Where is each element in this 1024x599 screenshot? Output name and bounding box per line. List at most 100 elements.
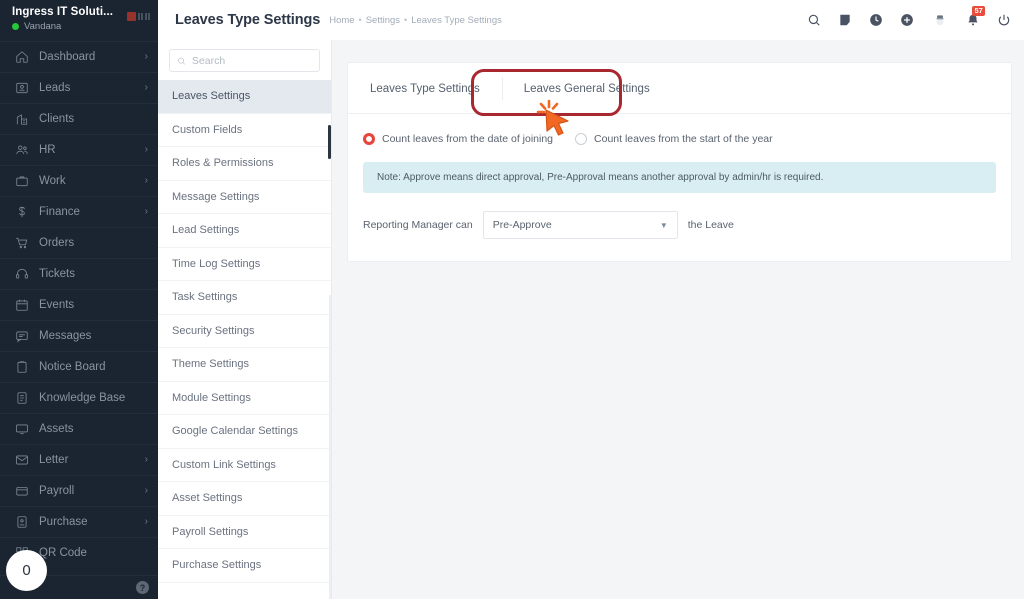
chevron-right-icon: › (144, 82, 148, 93)
search-icon[interactable] (806, 13, 821, 28)
sidebar-item-dashboard[interactable]: Dashboard › (0, 41, 158, 72)
sidebar-label: Tickets (39, 268, 75, 280)
settings-item-asset-settings[interactable]: Asset Settings (158, 482, 331, 516)
settings-search-wrap (158, 40, 331, 80)
radio-label: Count leaves from the start of the year (594, 133, 773, 145)
sidebar-item-notice-board[interactable]: Notice Board (0, 351, 158, 382)
briefcase-icon (13, 173, 30, 189)
sidebar-item-hr[interactable]: HR › (0, 134, 158, 165)
brand-logo-icon (126, 12, 150, 21)
sidebar-item-clients[interactable]: Clients (0, 103, 158, 134)
radio-option-start-of-year[interactable]: Count leaves from the start of the year (575, 133, 773, 145)
hr-icon (13, 142, 30, 158)
sidebar-label: Events (39, 299, 75, 311)
settings-item-custom-fields[interactable]: Custom Fields (158, 114, 331, 147)
search-input[interactable] (191, 54, 312, 67)
sidebar-label: Dashboard (39, 51, 96, 63)
right-panel: Leaves Type Settings Home • Settings • L… (158, 0, 1024, 599)
note-icon[interactable] (837, 13, 852, 28)
avatar[interactable] (930, 11, 949, 30)
approval-type-value: Pre-Approve (492, 219, 552, 231)
app-root: Ingress IT Soluti... Vandana Dashboard ›… (0, 0, 1024, 599)
sidebar-user[interactable]: Vandana (12, 21, 148, 32)
settings-item-leaves-settings[interactable]: Leaves Settings (158, 80, 331, 114)
sidebar-item-purchase[interactable]: Purchase › (0, 506, 158, 537)
chevron-right-icon: › (144, 144, 148, 155)
settings-item-time-log-settings[interactable]: Time Log Settings (158, 248, 331, 281)
floating-counter-badge[interactable]: 0 (6, 550, 47, 591)
approval-type-select[interactable]: Pre-Approve ▼ (482, 211, 678, 239)
settings-item-roles-permissions[interactable]: Roles & Permissions (158, 147, 331, 181)
breadcrumb: Home • Settings • Leaves Type Settings (329, 15, 502, 26)
settings-scrollbar-track[interactable] (329, 295, 331, 599)
leave-count-radio-group: Count leaves from the date of joining Co… (348, 114, 1011, 145)
tab-leaves-general-settings[interactable]: Leaves General Settings (501, 63, 672, 114)
tab-bar: Leaves Type Settings Leaves General Sett… (348, 63, 1011, 114)
notification-badge: 57 (972, 5, 986, 16)
sidebar-label: Finance (39, 206, 80, 218)
leads-icon (13, 80, 30, 96)
sidebar-item-leads[interactable]: Leads › (0, 72, 158, 103)
settings-item-purchase-settings[interactable]: Purchase Settings (158, 549, 331, 583)
radio-button-selected[interactable] (363, 133, 375, 145)
settings-scrollbar-thumb[interactable] (328, 125, 331, 159)
sidebar-item-finance[interactable]: Finance › (0, 196, 158, 227)
page-title: Leaves Type Settings (175, 12, 321, 28)
radio-button[interactable] (575, 133, 588, 145)
search-box[interactable] (169, 49, 320, 72)
sidebar-label: Payroll (39, 485, 75, 497)
dollar-icon (13, 204, 30, 220)
sidebar-label: Purchase (39, 516, 88, 528)
breadcrumb-settings[interactable]: Settings (366, 15, 400, 26)
leaves-settings-card: Leaves Type Settings Leaves General Sett… (347, 62, 1012, 262)
message-icon (13, 328, 30, 344)
sidebar-item-knowledge-base[interactable]: Knowledge Base (0, 382, 158, 413)
sidebar-label: Clients (39, 113, 75, 125)
sidebar-item-orders[interactable]: Orders (0, 227, 158, 258)
sidebar-item-work[interactable]: Work › (0, 165, 158, 196)
sidebar-nav: Dashboard › Leads › Clients HR › Work › … (0, 41, 158, 599)
chevron-right-icon: › (144, 516, 148, 527)
online-status-icon (12, 23, 19, 30)
radio-label: Count leaves from the date of joining (382, 133, 554, 145)
settings-item-custom-link-settings[interactable]: Custom Link Settings (158, 449, 331, 482)
sidebar-label: Letter (39, 454, 69, 466)
cart-icon (13, 235, 30, 251)
settings-item-theme-settings[interactable]: Theme Settings (158, 348, 331, 382)
plus-circle-icon[interactable] (899, 13, 914, 28)
settings-item-google-calendar-settings[interactable]: Google Calendar Settings (158, 415, 331, 449)
sidebar-label: Orders (39, 237, 75, 249)
chevron-right-icon: › (144, 175, 148, 186)
info-note: Note: Approve means direct approval, Pre… (363, 162, 996, 193)
sidebar-item-tickets[interactable]: Tickets (0, 258, 158, 289)
bell-icon[interactable]: 57 (965, 5, 986, 28)
monitor-icon (13, 421, 30, 437)
sidebar-item-messages[interactable]: Messages (0, 320, 158, 351)
sidebar-item-events[interactable]: Events (0, 289, 158, 320)
radio-option-date-of-joining[interactable]: Count leaves from the date of joining (363, 133, 553, 145)
sidebar-label: Knowledge Base (39, 392, 126, 404)
settings-item-payroll-settings[interactable]: Payroll Settings (158, 516, 331, 549)
breadcrumb-current: Leaves Type Settings (411, 14, 502, 26)
tab-leaves-type-settings[interactable]: Leaves Type Settings (348, 63, 502, 114)
power-icon[interactable] (996, 13, 1011, 28)
clock-icon[interactable] (868, 13, 883, 28)
help-icon[interactable]: ? (136, 581, 149, 594)
breadcrumb-separator: • (404, 15, 408, 25)
envelope-icon (13, 452, 30, 468)
breadcrumb-separator: • (358, 15, 362, 25)
settings-item-message-settings[interactable]: Message Settings (158, 181, 331, 214)
search-icon (178, 57, 185, 65)
breadcrumb-home[interactable]: Home (329, 15, 354, 26)
settings-item-task-settings[interactable]: Task Settings (158, 281, 331, 315)
user-name: Vandana (24, 21, 62, 32)
sidebar-item-payroll[interactable]: Payroll › (0, 475, 158, 506)
settings-item-lead-settings[interactable]: Lead Settings (158, 214, 331, 248)
sidebar-item-assets[interactable]: Assets (0, 413, 158, 444)
settings-item-module-settings[interactable]: Module Settings (158, 382, 331, 415)
sidebar-item-letter[interactable]: Letter › (0, 444, 158, 475)
sidebar-header[interactable]: Ingress IT Soluti... Vandana (0, 0, 158, 41)
chevron-down-icon: ▼ (659, 220, 668, 230)
settings-item-security-settings[interactable]: Security Settings (158, 315, 331, 348)
calendar-icon (13, 297, 30, 313)
